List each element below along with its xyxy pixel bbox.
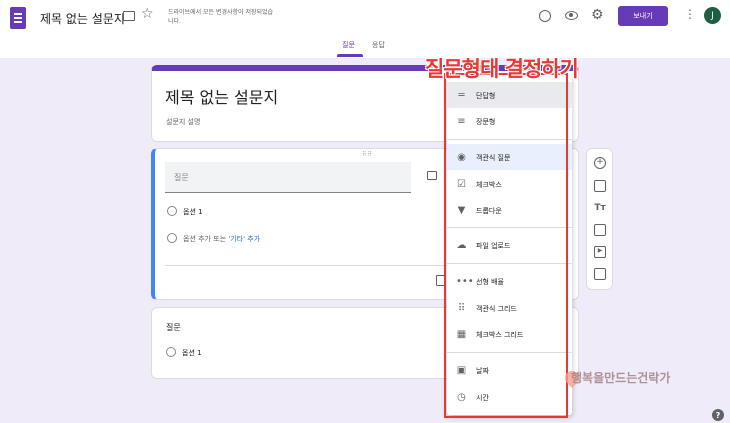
add-option-row[interactable]: 옵션 추가 또는 '기타' 추가 bbox=[183, 234, 260, 244]
menu-item-grid[interactable]: ⠿ 객관식 그리드 bbox=[447, 295, 572, 321]
question-type-menu: ═ 단답형 ≡ 장문형 ◉ 객관식 질문 ☑ 체크박스 ▼ 드롭다운 ☁ 파일 … bbox=[447, 75, 572, 415]
form-description[interactable]: 설문지 설명 bbox=[166, 117, 200, 127]
forms-logo-icon[interactable] bbox=[10, 7, 26, 29]
top-bar: 제목 없는 설문지 ☆ 드라이브에서 모든 변경사항이 저장되었습니다. ⚙ 보… bbox=[0, 0, 730, 58]
star-icon[interactable]: ☆ bbox=[141, 7, 154, 21]
drag-handle-icon[interactable]: ⠿⠿ bbox=[362, 151, 373, 158]
menu-item-multiple-choice[interactable]: ◉ 객관식 질문 bbox=[447, 144, 572, 170]
menu-item-linear-scale[interactable]: ••• 선형 배율 bbox=[447, 268, 572, 294]
send-button[interactable]: 보내기 bbox=[618, 6, 668, 26]
dropdown-icon: ▼ bbox=[457, 205, 466, 216]
time-icon: ◷ bbox=[457, 392, 466, 403]
add-section-icon[interactable] bbox=[594, 268, 606, 280]
preview-eye-icon[interactable] bbox=[565, 11, 578, 20]
gear-icon[interactable]: ⚙ bbox=[591, 8, 604, 22]
add-option-link[interactable]: 옵션 추가 또는 bbox=[183, 235, 226, 243]
save-notice: 드라이브에서 모든 변경사항이 저장되었습니다. bbox=[168, 9, 274, 25]
menu-item-file-upload[interactable]: ☁ 파일 업로드 bbox=[447, 232, 572, 258]
side-toolbar: + Tт ▶ bbox=[586, 148, 613, 290]
radio-icon: ◉ bbox=[457, 152, 466, 163]
tab-questions[interactable]: 질문 bbox=[342, 40, 355, 50]
avatar[interactable]: J bbox=[704, 7, 721, 24]
checkbox-icon: ☑ bbox=[457, 179, 466, 190]
menu-item-date[interactable]: ▣ 날짜 bbox=[447, 357, 572, 383]
menu-divider bbox=[447, 139, 572, 140]
menu-item-short-answer[interactable]: ═ 단답형 bbox=[447, 82, 572, 108]
option-1-label[interactable]: 옵션 1 bbox=[182, 348, 202, 358]
upload-icon: ☁ bbox=[456, 240, 467, 251]
help-icon[interactable]: ? bbox=[712, 409, 724, 421]
form-title[interactable]: 제목 없는 설문지 bbox=[165, 84, 278, 108]
add-video-icon[interactable]: ▶ bbox=[594, 246, 606, 258]
radio-icon bbox=[167, 206, 177, 216]
menu-item-dropdown[interactable]: ▼ 드롭다운 bbox=[447, 197, 572, 223]
add-other-link[interactable]: '기타' 추가 bbox=[228, 235, 260, 243]
menu-item-checkbox-grid[interactable]: ▦ 체크박스 그리드 bbox=[447, 321, 572, 347]
tab-active-indicator bbox=[337, 54, 363, 57]
menu-divider bbox=[447, 263, 572, 264]
menu-item-time[interactable]: ◷ 시간 bbox=[447, 384, 572, 410]
add-question-icon[interactable]: + bbox=[594, 157, 606, 169]
linear-scale-icon: ••• bbox=[456, 276, 474, 287]
more-vert-icon[interactable]: ⋮ bbox=[684, 8, 696, 20]
title-text-icon[interactable]: Tт bbox=[594, 202, 606, 214]
folder-icon[interactable] bbox=[123, 11, 135, 21]
radio-icon bbox=[166, 347, 176, 357]
add-image-icon[interactable] bbox=[594, 224, 606, 236]
tab-responses[interactable]: 응답 bbox=[372, 40, 385, 50]
palette-icon[interactable] bbox=[539, 10, 551, 22]
grid-icon: ⠿ bbox=[457, 303, 466, 314]
menu-divider bbox=[447, 352, 572, 353]
menu-divider bbox=[447, 227, 572, 228]
date-icon: ▣ bbox=[456, 365, 467, 376]
menu-item-paragraph[interactable]: ≡ 장문형 bbox=[447, 108, 572, 134]
paragraph-icon: ≡ bbox=[457, 116, 466, 127]
menu-item-checkbox[interactable]: ☑ 체크박스 bbox=[447, 171, 572, 197]
short-answer-icon: ═ bbox=[458, 90, 465, 101]
radio-icon bbox=[167, 233, 177, 243]
annotation-text: 질문형태 결정하기 bbox=[425, 57, 579, 81]
question-title[interactable]: 질문 bbox=[166, 322, 181, 333]
image-icon[interactable] bbox=[427, 171, 437, 180]
copy-icon[interactable] bbox=[436, 275, 445, 286]
watermark: 행복을만드는건락가 bbox=[571, 371, 671, 385]
checkbox-grid-icon: ▦ bbox=[456, 329, 467, 340]
document-title[interactable]: 제목 없는 설문지 bbox=[40, 10, 125, 27]
import-questions-icon[interactable] bbox=[594, 180, 606, 192]
option-1-label[interactable]: 옵션 1 bbox=[183, 207, 203, 217]
question-title-input[interactable]: 질문 bbox=[165, 162, 411, 193]
